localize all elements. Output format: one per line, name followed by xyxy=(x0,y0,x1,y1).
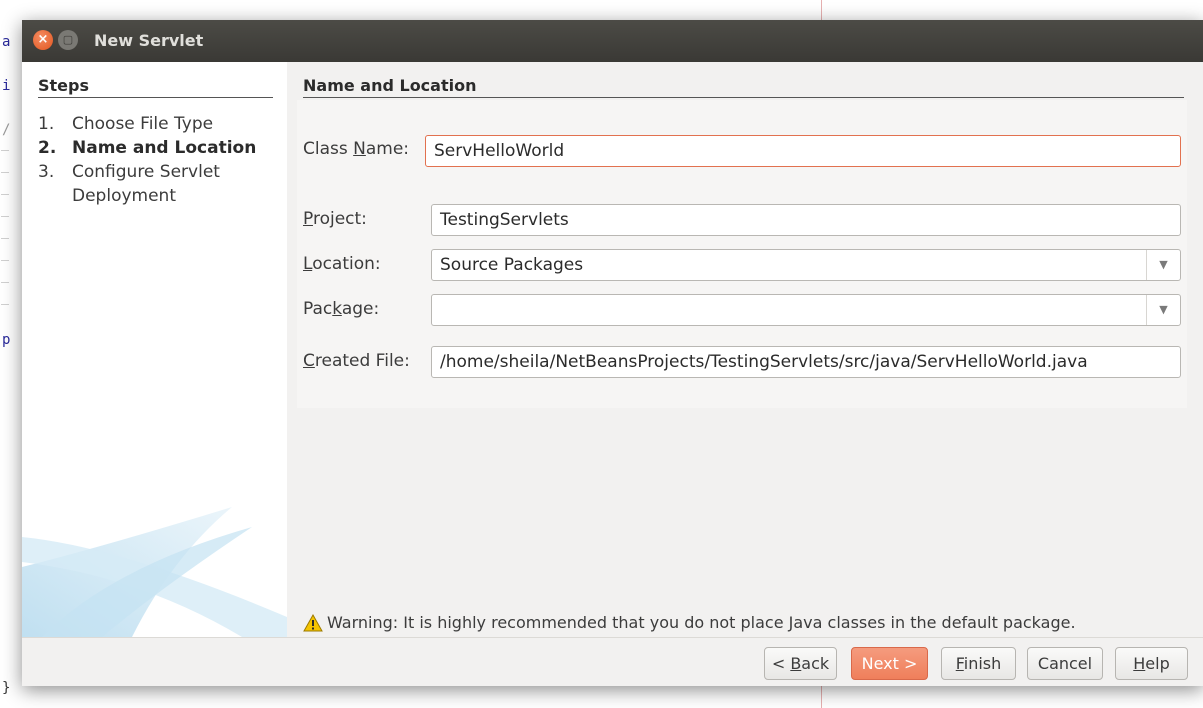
editor-gutter-mark xyxy=(1,150,9,151)
package-label: Package: xyxy=(303,299,379,319)
step-label: Name and Location xyxy=(72,138,257,158)
button-text: ack xyxy=(801,654,830,673)
mnemonic: B xyxy=(790,654,802,673)
project-field: TestingServlets xyxy=(431,204,1181,236)
editor-code-fragment: p xyxy=(2,332,11,348)
warning-message: Warning: It is highly recommended that y… xyxy=(303,613,1076,632)
editor-gutter-mark xyxy=(1,194,9,195)
label-text: Pac xyxy=(303,299,333,319)
class-name-label: Class Name: xyxy=(303,139,409,159)
section-title: Name and Location xyxy=(303,76,477,95)
finish-button[interactable]: Finish xyxy=(941,647,1016,680)
location-select[interactable]: Source Packages ▼ xyxy=(431,249,1181,281)
created-file-label: Created File: xyxy=(303,351,410,371)
location-select-value: Source Packages xyxy=(440,255,584,275)
step-label: Choose File Type xyxy=(72,114,214,134)
label-text: age: xyxy=(341,299,380,319)
location-label: Location: xyxy=(303,254,381,274)
step-item: 1. Choose File Type xyxy=(38,114,213,134)
label-text: ame: xyxy=(365,139,410,159)
button-text: inish xyxy=(963,654,1002,673)
step-label: Configure Servlet xyxy=(72,162,220,182)
minimize-icon[interactable]: ▢ xyxy=(58,30,78,50)
warning-text: Warning: It is highly recommended that y… xyxy=(327,613,1076,632)
mnemonic: H xyxy=(1133,654,1146,673)
editor-gutter-mark xyxy=(1,282,9,283)
mnemonic: N xyxy=(353,139,366,159)
class-name-input[interactable]: ServHelloWorld xyxy=(425,135,1181,167)
warning-icon xyxy=(303,613,323,631)
package-combobox[interactable]: ▼ xyxy=(431,294,1181,326)
steps-divider xyxy=(38,97,273,98)
decorative-swoosh-image xyxy=(22,507,287,637)
step-label: Deployment xyxy=(72,186,176,206)
steps-panel: Steps 1. Choose File Type 2. Name and Lo… xyxy=(22,62,287,637)
steps-heading: Steps xyxy=(38,76,89,95)
cancel-button[interactable]: Cancel xyxy=(1027,647,1103,680)
label-text: Class xyxy=(303,139,354,159)
step-number xyxy=(38,186,72,206)
dialog-button-bar: < Back Next > Finish Cancel Help xyxy=(22,637,1203,686)
editor-gutter-mark xyxy=(1,304,9,305)
button-text: < xyxy=(771,654,791,673)
editor-gutter-mark xyxy=(1,260,9,261)
help-button[interactable]: Help xyxy=(1115,647,1188,680)
step-number: 1. xyxy=(38,114,55,134)
chevron-down-icon[interactable]: ▼ xyxy=(1146,295,1180,325)
close-icon[interactable]: × xyxy=(33,30,53,50)
mnemonic: P xyxy=(303,209,313,229)
step-item: Deployment xyxy=(38,186,176,206)
button-text: elp xyxy=(1145,654,1170,673)
step-number: 3. xyxy=(38,162,55,182)
editor-gutter-mark xyxy=(1,216,9,217)
step-item: 3. Configure Servlet xyxy=(38,162,220,182)
editor-gutter-mark xyxy=(1,172,9,173)
dialog-titlebar[interactable]: × ▢ New Servlet xyxy=(22,20,1203,62)
chevron-down-icon[interactable]: ▼ xyxy=(1146,250,1180,280)
editor-code-fragment: / xyxy=(2,122,11,138)
editor-code-fragment: i xyxy=(2,78,11,94)
created-file-field: /home/sheila/NetBeansProjects/TestingSer… xyxy=(431,346,1181,378)
label-text: roject: xyxy=(312,209,367,229)
label-text: ocation: xyxy=(312,254,381,274)
project-label: Project: xyxy=(303,209,367,229)
editor-code-fragment: } xyxy=(2,680,11,696)
next-button[interactable]: Next > xyxy=(851,647,928,680)
label-text: reated File: xyxy=(314,351,410,371)
back-button[interactable]: < Back xyxy=(764,647,837,680)
mnemonic: F xyxy=(955,654,964,673)
editor-gutter-mark xyxy=(1,238,9,239)
step-number: 2. xyxy=(38,138,57,158)
new-servlet-dialog: × ▢ New Servlet Steps 1. Choose File Typ… xyxy=(22,20,1203,686)
mnemonic: C xyxy=(303,351,315,371)
editor-code-fragment: a xyxy=(2,34,11,50)
mnemonic: L xyxy=(303,254,313,274)
mnemonic: k xyxy=(332,299,342,319)
section-divider xyxy=(303,97,1184,98)
name-location-panel: Name and Location Class Name: ServHelloW… xyxy=(287,62,1203,637)
step-item-active: 2. Name and Location xyxy=(38,138,256,158)
dialog-title: New Servlet xyxy=(94,31,204,50)
